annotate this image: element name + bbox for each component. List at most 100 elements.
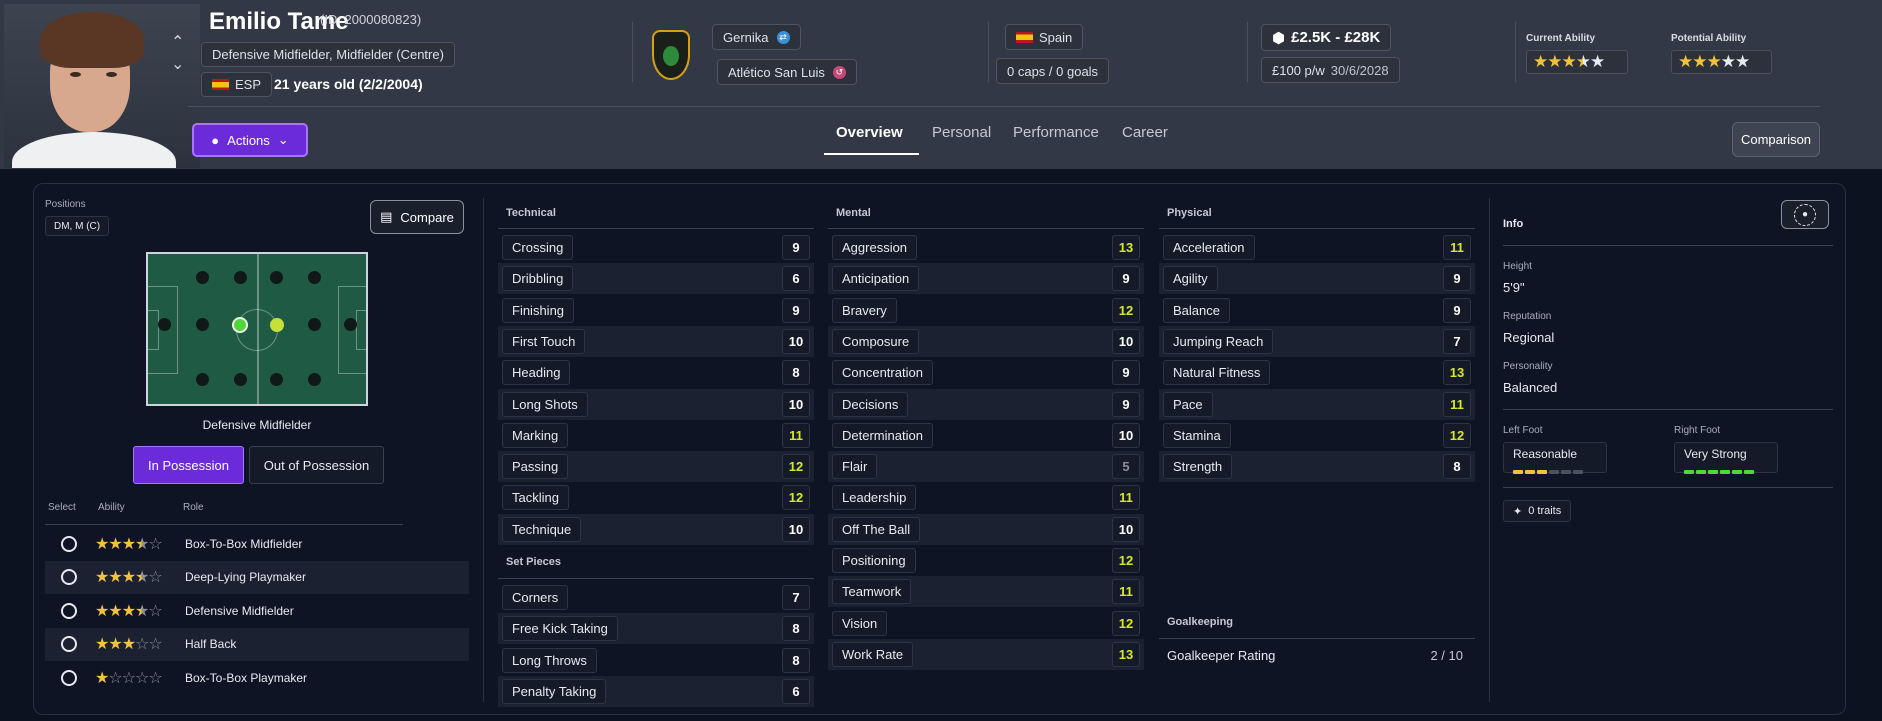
attribute-row[interactable]: Corners 7: [498, 582, 814, 613]
attribute-row[interactable]: Passing 12: [498, 451, 814, 483]
tab-career[interactable]: Career: [1122, 124, 1168, 141]
attribute-row[interactable]: Jumping Reach 7: [1159, 325, 1475, 357]
attribute-row[interactable]: Composure 10: [828, 325, 1144, 357]
out-of-possession-toggle[interactable]: Out of Possession: [249, 446, 384, 484]
current-ability-label: Current Ability: [1526, 33, 1596, 44]
divider: [632, 22, 633, 82]
role-radio[interactable]: [61, 669, 77, 686]
player-photo: [4, 4, 200, 168]
attribute-name: Finishing: [502, 297, 575, 323]
attribute-row[interactable]: Concentration 9: [828, 357, 1144, 388]
attribute-row[interactable]: Bravery 12: [828, 295, 1144, 326]
attribute-value: 10: [1112, 328, 1140, 354]
value-chip[interactable]: ⬢ £2.5K - £28K: [1261, 24, 1392, 51]
attribute-row[interactable]: Acceleration 11: [1159, 232, 1475, 263]
role-radio[interactable]: [61, 535, 77, 552]
attribute-row[interactable]: Dribbling 6: [498, 263, 814, 295]
attribute-row[interactable]: Off The Ball 10: [828, 513, 1144, 545]
role-radio[interactable]: [61, 602, 77, 619]
tab-overview[interactable]: Overview: [836, 124, 903, 141]
role-radio[interactable]: [61, 569, 77, 585]
position-pitch[interactable]: [146, 252, 368, 406]
attribute-value: 11: [1112, 579, 1140, 605]
divider: [483, 198, 484, 702]
previous-player-arrow[interactable]: ⌃: [171, 32, 184, 52]
attribute-value: 9: [1112, 266, 1140, 292]
attribute-name: Positioning: [832, 548, 916, 573]
role-ability-stars: ★★★★☆: [95, 602, 163, 620]
person-circle-icon[interactable]: ●: [1781, 200, 1829, 229]
pitch-role-title: Defensive Midfielder: [202, 418, 312, 432]
attribute-value: 12: [1112, 610, 1140, 636]
attribute-value: 10: [782, 391, 810, 417]
nation-name-chip[interactable]: Spain: [1005, 24, 1084, 50]
attribute-row[interactable]: Crossing 9: [498, 232, 814, 263]
attribute-row[interactable]: Work Rate 13: [828, 638, 1144, 670]
attribute-name: Penalty Taking: [502, 678, 607, 704]
role-row[interactable]: ★★★☆☆ Half Back: [45, 627, 469, 661]
attribute-row[interactable]: Strength 8: [1159, 451, 1475, 483]
tab-personal[interactable]: Personal: [932, 124, 991, 141]
role-row[interactable]: ★★★★☆ Defensive Midfielder: [45, 594, 469, 627]
attribute-row[interactable]: Technique 10: [498, 513, 814, 545]
in-possession-toggle[interactable]: In Possession: [133, 446, 244, 484]
person-icon: ●: [211, 132, 220, 148]
chevron-down-icon: ⌄: [277, 132, 289, 147]
loan-club-chip[interactable]: Atlético San Luis ↺: [717, 59, 857, 85]
tab-performance[interactable]: Performance: [1013, 124, 1099, 141]
role-row[interactable]: ★★★★☆ Deep-Lying Playmaker: [45, 560, 469, 594]
attribute-name: Aggression: [832, 235, 918, 260]
attribute-row[interactable]: Determination 10: [828, 420, 1144, 451]
role-radio[interactable]: [61, 636, 77, 652]
attribute-value: 9: [1112, 360, 1140, 386]
attribute-row[interactable]: Leadership 11: [828, 482, 1144, 513]
attribute-row[interactable]: Marking 11: [498, 420, 814, 451]
loan-status-icon: ↺: [832, 65, 846, 79]
role-name: Defensive Midfielder: [185, 603, 294, 618]
attribute-row[interactable]: Heading 8: [498, 357, 814, 388]
attribute-value: 10: [1112, 516, 1140, 542]
actions-button[interactable]: ● Actions ⌄: [192, 123, 308, 157]
role-row[interactable]: ★☆☆☆☆ Box-To-Box Playmaker: [45, 661, 469, 694]
attribute-row[interactable]: Flair 5: [828, 451, 1144, 483]
comparison-button[interactable]: Comparison: [1732, 122, 1820, 157]
attribute-row[interactable]: Balance 9: [1159, 295, 1475, 326]
role-row[interactable]: ★★★★☆ Box-To-Box Midfielder: [45, 527, 469, 560]
attribute-value: 9: [782, 235, 810, 260]
attribute-row[interactable]: Finishing 9: [498, 295, 814, 326]
attribute-name: First Touch: [502, 328, 586, 354]
attribute-value: 9: [782, 297, 810, 323]
attribute-row[interactable]: Aggression 13: [828, 232, 1144, 263]
contract-chip[interactable]: £100 p/w 30/6/2028: [1261, 57, 1400, 83]
attribute-row[interactable]: Stamina 12: [1159, 420, 1475, 451]
club-chip[interactable]: Gernika ⇄: [712, 24, 801, 50]
attribute-row[interactable]: Positioning 12: [828, 545, 1144, 576]
person-icon: ●: [1794, 203, 1816, 226]
attribute-row[interactable]: Long Throws 8: [498, 645, 814, 676]
nation-chip[interactable]: ESP: [201, 72, 273, 97]
positions-value: DM, M (C): [45, 216, 110, 236]
role-name: Deep-Lying Playmaker: [185, 570, 306, 584]
attribute-value: 10: [782, 328, 810, 354]
attribute-row[interactable]: Pace 11: [1159, 388, 1475, 420]
attribute-row[interactable]: Vision 12: [828, 608, 1144, 639]
attribute-name: Off The Ball: [832, 516, 921, 542]
attribute-row[interactable]: Agility 9: [1159, 263, 1475, 295]
attribute-row[interactable]: Natural Fitness 13: [1159, 357, 1475, 388]
set-pieces-title: Set Pieces: [506, 556, 562, 568]
next-player-arrow[interactable]: ⌄: [171, 54, 184, 74]
player-positions: Defensive Midfielder, Midfielder (Centre…: [201, 42, 455, 67]
attribute-row[interactable]: Long Shots 10: [498, 388, 814, 420]
column-ability: Ability: [98, 502, 125, 513]
attribute-value: 11: [1112, 485, 1140, 511]
attribute-row[interactable]: First Touch 10: [498, 325, 814, 357]
attribute-row[interactable]: Teamwork 11: [828, 576, 1144, 608]
compare-button[interactable]: ▤ Compare: [370, 200, 464, 234]
attribute-value: 13: [1112, 235, 1140, 260]
attribute-row[interactable]: Decisions 9: [828, 388, 1144, 420]
traits-button[interactable]: ✦ 0 traits: [1503, 500, 1572, 522]
attribute-row[interactable]: Free Kick Taking 8: [498, 613, 814, 645]
attribute-row[interactable]: Penalty Taking 6: [498, 675, 814, 707]
attribute-row[interactable]: Tackling 12: [498, 482, 814, 513]
attribute-row[interactable]: Anticipation 9: [828, 263, 1144, 295]
